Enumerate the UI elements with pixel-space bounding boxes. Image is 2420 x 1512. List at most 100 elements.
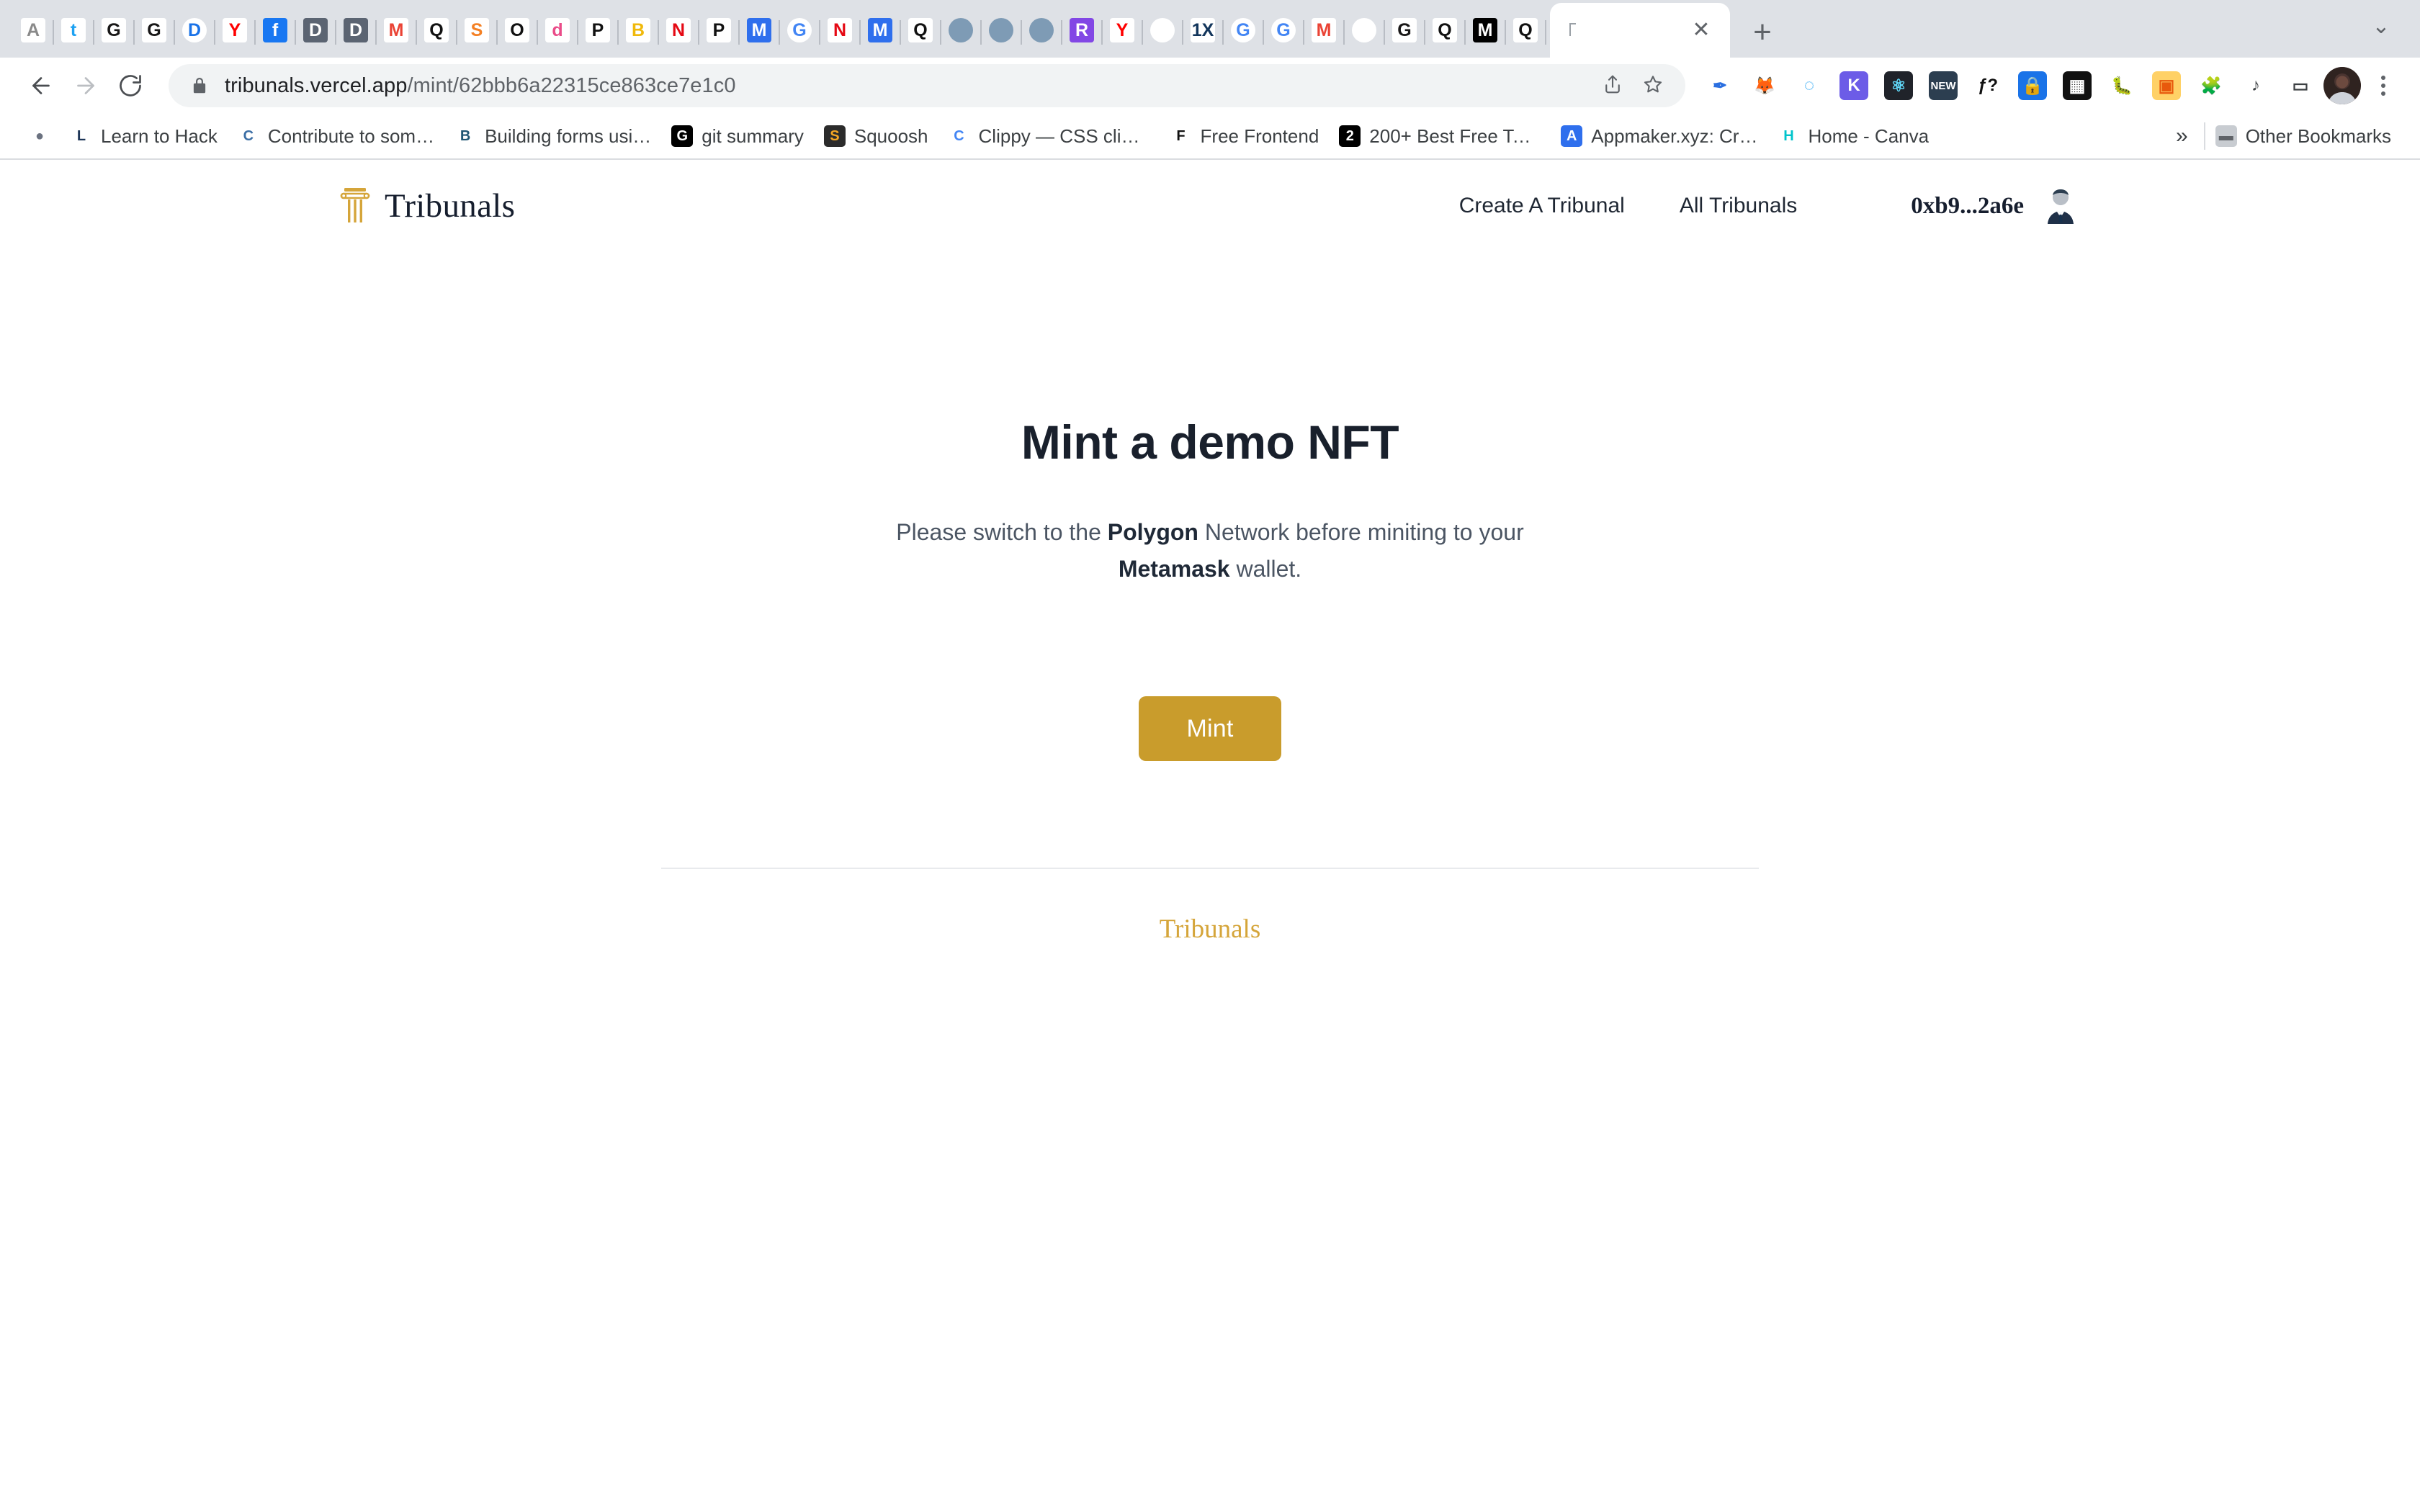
react-devtools-extension-icon[interactable]: ⚛ xyxy=(1884,71,1913,100)
tab-favicon-facebook[interactable]: f xyxy=(255,3,296,58)
bookmarks-overflow-button[interactable]: » xyxy=(2160,124,2204,148)
tab-favicon-gmail-2[interactable]: M xyxy=(1304,3,1345,58)
tab-favicon-youtube-music[interactable]: Y xyxy=(215,3,256,58)
tab-favicon-google-2[interactable]: G xyxy=(1223,3,1264,58)
spiral-icon xyxy=(1352,18,1376,42)
bookmark-star-icon[interactable] xyxy=(1642,73,1664,99)
spiral-extension-icon[interactable]: ◌ xyxy=(1795,71,1824,100)
bookmarks-bar: ● L Learn to Hack C Contribute to som… B Build… xyxy=(0,114,2420,160)
tab-favicon-sphere-3[interactable] xyxy=(1021,3,1062,58)
bookmark-free-frontend[interactable]: F Free Frontend xyxy=(1160,121,1330,152)
device-icon: D xyxy=(303,18,328,42)
tab-favicon-stackoverflow[interactable]: S xyxy=(457,3,498,58)
lastpass-extension-icon[interactable]: 🔒 xyxy=(2018,71,2047,100)
tab-favicon-github-1[interactable]: G xyxy=(94,3,135,58)
tab-favicon-metamask-2[interactable]: M xyxy=(860,3,901,58)
user-avatar-icon[interactable] xyxy=(2040,185,2081,227)
tab-favicon-quora-3[interactable]: Q xyxy=(1425,3,1466,58)
tab-favicon-google-drive[interactable]: D xyxy=(174,3,215,58)
tab-favicon-metamask-1[interactable]: M xyxy=(739,3,780,58)
metamask-extension-icon[interactable]: 🦊 xyxy=(1750,71,1779,100)
site-brand[interactable]: Tribunals xyxy=(339,184,515,229)
clippy-icon: C xyxy=(948,125,970,147)
share-icon[interactable] xyxy=(1602,73,1623,99)
active-tab[interactable]: ✕ xyxy=(1550,3,1730,58)
github-icon: G xyxy=(142,18,166,42)
side-panel-icon[interactable]: ▭ xyxy=(2286,71,2315,100)
tab-favicon-github-3[interactable]: G xyxy=(1384,3,1425,58)
bookmark-learn-to-hack[interactable]: L Learn to Hack xyxy=(60,121,228,152)
tab-favicon-producthunt-2[interactable]: P xyxy=(699,3,740,58)
netflix-icon: N xyxy=(828,18,852,42)
back-button[interactable] xyxy=(19,63,63,108)
tab-favicon-youtube[interactable]: Y xyxy=(1102,3,1143,58)
bookmark-git-summary[interactable]: Ggit summary xyxy=(661,121,814,152)
profile-avatar[interactable] xyxy=(2323,67,2361,104)
twitter-icon: t xyxy=(61,18,86,42)
nav-all-tribunals[interactable]: All Tribunals xyxy=(1652,194,1824,218)
tab-close-icon[interactable]: ✕ xyxy=(1687,16,1716,45)
tab-favicon-1[interactable]: A xyxy=(13,3,54,58)
eyedropper-extension-icon[interactable]: ✒ xyxy=(1706,71,1734,100)
acrobat-icon: A xyxy=(21,18,45,42)
puzzle-extensions-icon[interactable]: 🧩 xyxy=(2197,71,2226,100)
browser-menu-button[interactable] xyxy=(2365,68,2401,104)
tab-favicon-netflix-2[interactable]: N xyxy=(820,3,861,58)
tab-favicon-dribbble[interactable]: d xyxy=(537,3,578,58)
tab-favicon-google-1[interactable]: G xyxy=(779,3,820,58)
debug-bug-extension-icon[interactable]: 🐛 xyxy=(2107,71,2136,100)
brand-name: Tribunals xyxy=(385,187,516,225)
reload-button[interactable] xyxy=(108,63,153,108)
chip-extension-icon[interactable]: ▣ xyxy=(2152,71,2181,100)
tab-favicon-quora-2[interactable]: Q xyxy=(900,3,941,58)
tab-favicon-quora-1[interactable]: Q xyxy=(416,3,457,58)
bookmark-globe[interactable]: ● xyxy=(19,121,60,151)
bookmark-building-forms[interactable]: B Building forms usi… xyxy=(444,121,661,152)
stack-overflow-icon: S xyxy=(465,18,489,42)
tab-favicon-google-3[interactable]: G xyxy=(1263,3,1304,58)
medium-icon: G xyxy=(671,125,694,147)
mint-button[interactable]: Mint xyxy=(1139,696,1281,762)
tab-favicon-sphere-1[interactable] xyxy=(941,3,982,58)
bookmark-clippy[interactable]: C Clippy — CSS clip… xyxy=(938,121,1160,152)
bookmark-squoosh[interactable]: S Squoosh xyxy=(814,121,938,152)
forward-button[interactable] xyxy=(63,63,108,108)
tab-favicon-quora-4[interactable]: Q xyxy=(1505,3,1546,58)
tab-favicon-netflix-1[interactable]: N xyxy=(658,3,699,58)
tab-search-button[interactable]: ⌄ xyxy=(2361,6,2401,46)
tab-favicon-twitter[interactable]: t xyxy=(53,3,94,58)
checker-extension-icon[interactable]: ▦ xyxy=(2063,71,2092,100)
other-bookmarks-folder[interactable]: ▬ Other Bookmarks xyxy=(2205,121,2401,152)
address-bar[interactable]: tribunals.vercel.app/mint/62bbb6a22315ce… xyxy=(169,64,1685,107)
tab-favicon-download[interactable] xyxy=(1142,3,1183,58)
tab-favicon-sphere-2[interactable] xyxy=(981,3,1022,58)
tab-favicon-device-1[interactable]: D xyxy=(295,3,336,58)
facebook-icon: f xyxy=(263,18,287,42)
new-badge-extension-icon[interactable]: NEW xyxy=(1929,71,1958,100)
tab-favicon-github-2[interactable]: G xyxy=(134,3,175,58)
download-icon xyxy=(1150,18,1175,42)
reading-list-extension-icon[interactable]: ♪ xyxy=(2241,71,2270,100)
tab-favicon-spiral[interactable] xyxy=(1344,3,1385,58)
wallet-address[interactable]: 0xb9...2a6e xyxy=(1824,193,2024,220)
kite-extension-icon[interactable]: K xyxy=(1839,71,1868,100)
bookmark-contribute[interactable]: C Contribute to som… xyxy=(228,121,444,152)
tab-favicon-rarible[interactable]: R xyxy=(1062,3,1103,58)
tab-favicon-medium[interactable]: M xyxy=(1465,3,1506,58)
tab-favicon-device-2[interactable]: D xyxy=(336,3,377,58)
footer-brand-link[interactable]: Tribunals xyxy=(1160,914,1261,944)
ha-icon: L xyxy=(71,125,92,147)
pillar-icon xyxy=(339,184,372,229)
bookmark-home-canva[interactable]: H Home - Canva xyxy=(1767,121,1939,152)
fonts-ninja-extension-icon[interactable]: ƒ? xyxy=(1973,71,2002,100)
tab-favicon-opensea[interactable]: O xyxy=(497,3,538,58)
tab-favicon-producthunt-1[interactable]: P xyxy=(578,3,619,58)
new-tab-button[interactable]: + xyxy=(1737,7,1788,58)
tab-favicon-binance[interactable]: B xyxy=(618,3,659,58)
nav-create-a-tribunal[interactable]: Create A Tribunal xyxy=(1432,194,1652,218)
tab-favicon-1x[interactable]: 1X xyxy=(1183,3,1224,58)
tab-favicon-gmail[interactable]: M xyxy=(376,3,417,58)
bookmark-appmaker[interactable]: A Appmaker.xyz: Cr… xyxy=(1551,121,1767,152)
bookmark-best-free-tools[interactable]: 2 200+ Best Free To… xyxy=(1329,121,1551,152)
bookmark-label: Home - Canva xyxy=(1808,125,1930,147)
